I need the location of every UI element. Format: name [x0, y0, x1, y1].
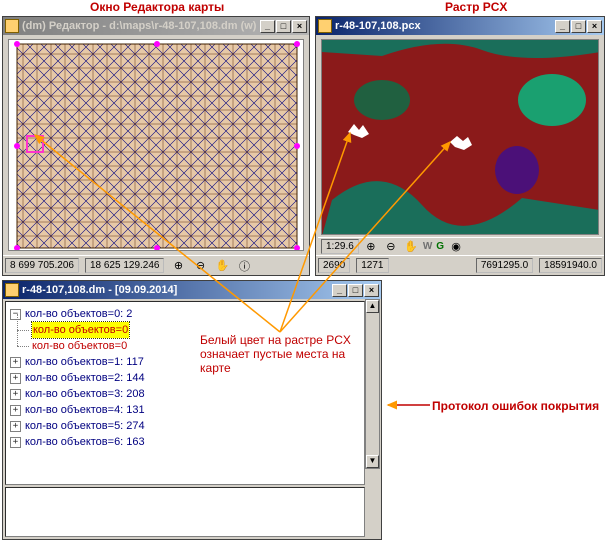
app-icon [5, 283, 19, 297]
expand-icon[interactable]: + [10, 373, 21, 384]
scale-display: 1:29.6 [321, 239, 359, 254]
zoom-out-icon[interactable]: ⊖ [383, 239, 399, 255]
minimize-button[interactable]: _ [332, 284, 347, 297]
expand-icon[interactable]: + [10, 421, 21, 432]
g-flag[interactable]: G [436, 241, 444, 252]
scroll-down-button[interactable]: ▼ [366, 455, 379, 468]
annotation-pcx: Белый цвет на растре PCX означает пустые… [200, 333, 351, 375]
editor-title: (dm) Редактор - d:\maps\r-48-107,108.dm … [22, 20, 259, 32]
status-coord-x: 8 699 705.206 [5, 258, 79, 273]
editor-statusbar: 8 699 705.206 18 625 129.246 ⊕ ⊖ ✋ ⓘ [3, 255, 309, 275]
zoom-in-icon[interactable]: ⊕ [170, 258, 186, 274]
pixel-x: 2690 [318, 258, 350, 273]
expand-icon[interactable]: + [10, 357, 21, 368]
tree-node[interactable]: +кол-во объектов=3: 208 [10, 386, 360, 402]
log-title: r-48-107,108.dm - [09.09.2014] [22, 284, 331, 296]
tree-node[interactable]: +кол-во объектов=6: 163 [10, 434, 360, 450]
raster-window: r-48-107,108.pcx _ □ × 1:29.6 ⊕ ⊖ ✋ W G … [315, 16, 605, 276]
close-button[interactable]: × [364, 284, 379, 297]
pan-icon[interactable]: ✋ [214, 258, 230, 274]
raster-title: r-48-107,108.pcx [335, 20, 554, 32]
raster-canvas[interactable] [321, 39, 599, 235]
scrollbar-vertical[interactable]: ▲ ▼ [365, 299, 380, 469]
tree-view[interactable]: −кол-во объектов=0: 2 кол-во объектов=0 … [5, 301, 365, 485]
tree-node[interactable]: −кол-во объектов=0: 2 [10, 306, 360, 322]
editor-titlebar[interactable]: (dm) Редактор - d:\maps\r-48-107,108.dm … [3, 17, 309, 35]
pan-icon[interactable]: ✋ [403, 239, 419, 255]
expand-icon[interactable]: + [10, 389, 21, 400]
minimize-button[interactable]: _ [555, 20, 570, 33]
geo-y: 18591940.0 [539, 258, 602, 273]
map-canvas[interactable] [8, 39, 304, 251]
scroll-up-button[interactable]: ▲ [366, 300, 379, 313]
app-icon [5, 19, 19, 33]
geo-x: 7691295.0 [476, 258, 533, 273]
raster-titlebar[interactable]: r-48-107,108.pcx _ □ × [316, 17, 604, 35]
expand-icon[interactable]: + [10, 405, 21, 416]
memo-area[interactable] [5, 487, 365, 537]
pixel-y: 1271 [356, 258, 388, 273]
minimize-button[interactable]: _ [260, 20, 275, 33]
zoom-in-icon[interactable]: ⊕ [363, 239, 379, 255]
close-button[interactable]: × [292, 20, 307, 33]
log-titlebar[interactable]: r-48-107,108.dm - [09.09.2014] _ □ × [3, 281, 381, 299]
annotation-log: Протокол ошибок покрытия [432, 399, 599, 413]
log-window: r-48-107,108.dm - [09.09.2014] _ □ × −ко… [2, 280, 382, 540]
maximize-button[interactable]: □ [348, 284, 363, 297]
raster-toolbar: 1:29.6 ⊕ ⊖ ✋ W G ◉ [318, 237, 602, 255]
status-coord-y: 18 625 129.246 [85, 258, 165, 273]
info-icon[interactable]: ⓘ [236, 258, 252, 274]
maximize-button[interactable]: □ [276, 20, 291, 33]
view-icon[interactable]: ◉ [448, 239, 464, 255]
close-button[interactable]: × [587, 20, 602, 33]
editor-window: (dm) Редактор - d:\maps\r-48-107,108.dm … [2, 16, 310, 276]
expand-icon[interactable]: + [10, 437, 21, 448]
caption-raster: Растр PCX [445, 0, 507, 14]
caption-editor: Окно Редактора карты [90, 0, 224, 14]
app-icon [318, 19, 332, 33]
w-flag[interactable]: W [423, 241, 432, 252]
raster-statusbar: 2690 1271 7691295.0 18591940.0 [316, 255, 604, 275]
tree-node[interactable]: +кол-во объектов=5: 274 [10, 418, 360, 434]
maximize-button[interactable]: □ [571, 20, 586, 33]
zoom-out-icon[interactable]: ⊖ [192, 258, 208, 274]
collapse-icon[interactable]: − [10, 309, 21, 320]
tree-node[interactable]: +кол-во объектов=4: 131 [10, 402, 360, 418]
